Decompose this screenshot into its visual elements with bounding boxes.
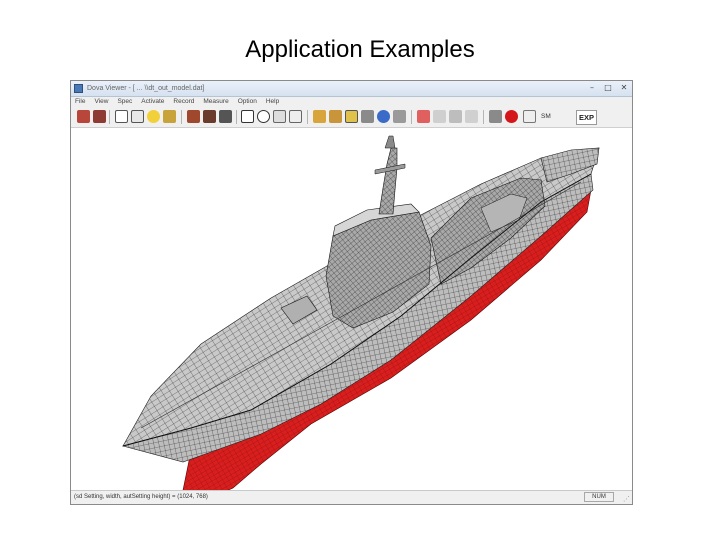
model-edit-icon[interactable] [203, 110, 216, 123]
part-icon[interactable] [465, 110, 478, 123]
color-icon[interactable] [417, 110, 430, 123]
select-arrow-icon[interactable] [241, 110, 254, 123]
step-icon[interactable] [523, 110, 536, 123]
hide-icon[interactable] [329, 110, 342, 123]
maximize-button[interactable]: □ [603, 83, 613, 93]
ship-model [121, 135, 600, 492]
light-icon[interactable] [147, 110, 160, 123]
stop-icon[interactable] [505, 110, 518, 123]
layer-icon[interactable] [433, 110, 446, 123]
exp-button[interactable]: EXP [576, 110, 598, 125]
menu-measure[interactable]: Measure [203, 97, 228, 107]
measure-icon[interactable] [313, 110, 326, 123]
group-icon[interactable] [449, 110, 462, 123]
app-window: Dova Viewer - [ ... \\dt_out_model.dat] … [70, 80, 633, 505]
model-view-icon[interactable] [187, 110, 200, 123]
shade-icon[interactable] [377, 110, 390, 123]
print-icon[interactable] [115, 110, 128, 123]
pan-icon[interactable] [289, 110, 302, 123]
settings-icon[interactable] [163, 110, 176, 123]
close-button[interactable]: ✕ [619, 83, 629, 93]
save-icon[interactable] [93, 110, 106, 123]
resize-grip-icon[interactable]: ⋰ [623, 495, 630, 503]
model-tool-icon[interactable] [219, 110, 232, 123]
mast-top [384, 135, 396, 149]
sm-button[interactable]: SM [541, 112, 551, 121]
minimize-button[interactable]: – [587, 83, 597, 93]
mast [378, 147, 398, 215]
menu-spec[interactable]: Spec [117, 97, 132, 107]
model-viewport[interactable] [71, 128, 632, 492]
fit-view-icon[interactable] [131, 110, 144, 123]
menu-activate[interactable]: Activate [141, 97, 164, 107]
toolbar: SM EXP [71, 107, 632, 128]
open-icon[interactable] [77, 110, 90, 123]
mesh-icon[interactable] [393, 110, 406, 123]
section-icon[interactable] [345, 110, 358, 123]
grid-icon[interactable] [489, 110, 502, 123]
menu-view[interactable]: View [94, 97, 108, 107]
menu-file[interactable]: File [75, 97, 85, 107]
rotate-icon[interactable] [273, 110, 286, 123]
wireframe-icon[interactable] [361, 110, 374, 123]
window-titlebar[interactable]: Dova Viewer - [ ... \\dt_out_model.dat] … [71, 81, 632, 97]
zoom-icon[interactable] [257, 110, 270, 123]
status-text: (sd Setting, width, autSetting height) =… [74, 494, 208, 500]
app-icon [74, 84, 83, 93]
window-title: Dova Viewer - [ ... \\dt_out_model.dat] [87, 85, 205, 92]
status-bar: (sd Setting, width, autSetting height) =… [71, 490, 632, 504]
menu-help[interactable]: Help [266, 97, 279, 107]
menu-record[interactable]: Record [173, 97, 194, 107]
menu-bar: File View Spec Activate Record Measure O… [71, 97, 632, 107]
num-lock-indicator: NUM [584, 492, 614, 502]
slide-title: Application Examples [245, 36, 475, 63]
menu-option[interactable]: Option [238, 97, 257, 107]
